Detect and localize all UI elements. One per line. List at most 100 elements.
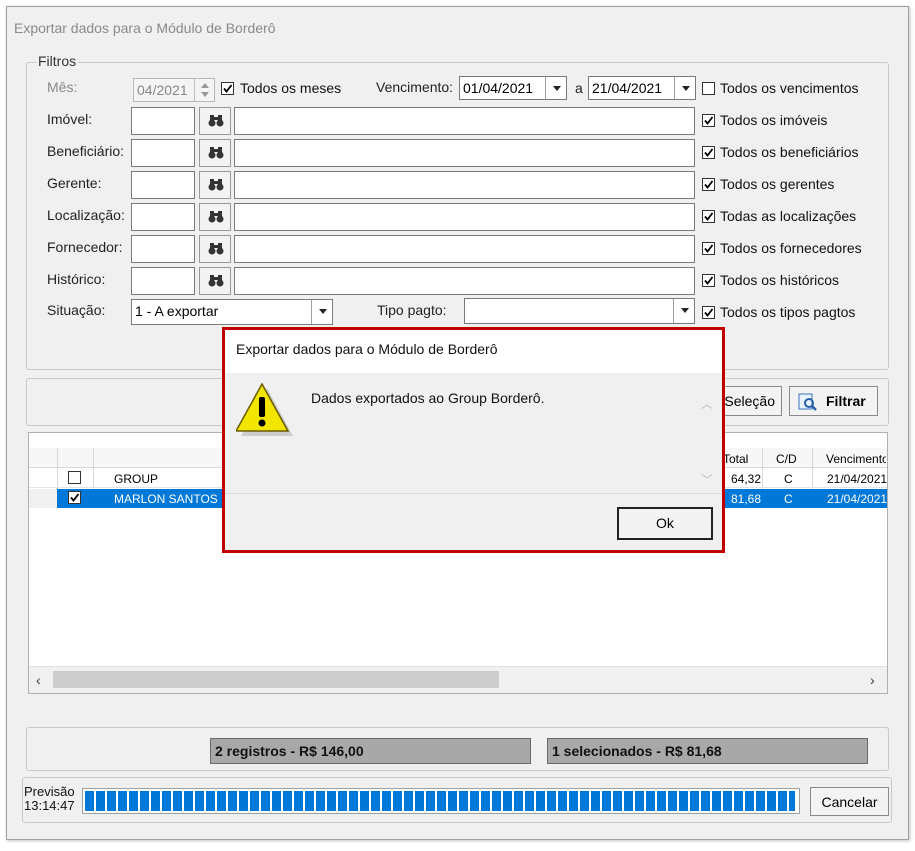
due-label: Vencimento:	[376, 79, 454, 95]
due-to-value: 21/04/2021	[592, 80, 663, 96]
row-name: MARLON SANTOS	[114, 492, 218, 506]
scroll-right-icon[interactable]: ›	[870, 672, 875, 688]
checkmark-icon	[704, 276, 714, 285]
gerente-label: Gerente:	[47, 175, 102, 191]
beneficiario-label: Beneficiário:	[47, 143, 125, 159]
historico-code-input[interactable]	[131, 267, 195, 295]
fornecedor-search-button[interactable]	[199, 235, 231, 263]
tipo-pagto-label: Tipo pagto:	[377, 302, 447, 318]
fornecedor-label: Fornecedor:	[47, 239, 123, 255]
beneficiario-desc-input[interactable]	[234, 139, 695, 167]
all-due-label: Todos os vencimentos	[720, 80, 859, 96]
due-from-combo[interactable]: 01/04/2021	[459, 76, 567, 100]
all-tipos-pagto-checkbox[interactable]	[702, 306, 715, 319]
all-beneficiarios-checkbox[interactable]	[702, 146, 715, 159]
checkmark-icon	[704, 244, 714, 253]
binoculars-icon	[208, 147, 224, 159]
binoculars-icon	[208, 243, 224, 255]
filter-search-icon	[798, 393, 817, 411]
tipo-pagto-combo[interactable]	[464, 298, 695, 324]
progress-fill	[85, 791, 795, 811]
gerente-desc-input[interactable]	[234, 171, 695, 199]
checkmark-icon	[704, 116, 714, 125]
gerente-code-input[interactable]	[131, 171, 195, 199]
progress-bar	[82, 788, 800, 814]
imovel-search-button[interactable]	[199, 107, 231, 135]
all-gerentes-checkbox[interactable]	[702, 178, 715, 191]
checkmark-icon	[704, 308, 714, 317]
month-value: 04/2021	[137, 82, 188, 98]
col-header-due[interactable]: Vencimento	[826, 450, 886, 468]
localizacao-desc-input[interactable]	[234, 203, 695, 231]
chevron-down-icon[interactable]: ﹀	[701, 471, 713, 488]
dialog-scrollbar[interactable]: ︿ ﹀	[697, 389, 716, 489]
row-cd: C	[784, 492, 793, 506]
cancel-label: Cancelar	[821, 794, 878, 810]
all-tipos-pagto-label: Todos os tipos pagtos	[720, 304, 856, 320]
historico-desc-input[interactable]	[234, 267, 695, 295]
chevron-down-icon[interactable]	[673, 299, 694, 323]
beneficiario-search-button[interactable]	[199, 139, 231, 167]
selected-total: 1 selecionados - R$ 81,68	[547, 738, 868, 764]
beneficiario-code-input[interactable]	[131, 139, 195, 167]
scroll-thumb[interactable]	[53, 671, 499, 688]
row-name: GROUP	[114, 472, 159, 486]
chevron-down-icon[interactable]	[545, 77, 566, 99]
all-due-checkbox[interactable]	[702, 82, 715, 95]
spin-up-icon[interactable]	[201, 83, 209, 88]
col-header-total[interactable]: Total	[723, 450, 761, 468]
situacao-combo[interactable]: 1 - A exportar	[131, 299, 333, 325]
checkmark-icon	[70, 493, 80, 502]
all-gerentes-label: Todos os gerentes	[720, 176, 835, 192]
fornecedor-desc-input[interactable]	[234, 235, 695, 263]
row-due: 21/04/2021	[827, 472, 887, 486]
selection-label: Seleção	[724, 393, 775, 409]
row-due: 21/04/2021	[827, 492, 887, 506]
month-spinner[interactable]	[194, 79, 214, 101]
due-from-value: 01/04/2021	[463, 80, 534, 96]
row-cd: C	[784, 472, 793, 486]
cancel-button[interactable]: Cancelar	[810, 787, 889, 816]
all-historicos-checkbox[interactable]	[702, 274, 715, 287]
scroll-left-icon[interactable]: ‹	[36, 672, 41, 688]
situacao-label: Situação:	[47, 302, 106, 318]
imovel-label: Imóvel:	[47, 111, 93, 127]
dialog-title: Exportar dados para o Módulo de Borderô	[236, 341, 498, 357]
due-to-combo[interactable]: 21/04/2021	[588, 76, 696, 100]
row-checkbox[interactable]	[68, 471, 81, 484]
row-total: 81,68	[730, 492, 761, 506]
all-imoveis-checkbox[interactable]	[702, 114, 715, 127]
ok-label: Ok	[656, 515, 674, 531]
row-checkbox[interactable]	[68, 491, 81, 504]
imovel-desc-input[interactable]	[234, 107, 695, 135]
all-beneficiarios-label: Todos os beneficiários	[720, 144, 859, 160]
filters-legend: Filtros	[36, 53, 79, 69]
window-title: Exportar dados para o Módulo de Borderô	[14, 20, 276, 36]
ok-button[interactable]: Ok	[617, 507, 713, 540]
all-historicos-label: Todos os históricos	[720, 272, 840, 288]
chevron-down-icon[interactable]	[311, 300, 332, 324]
forecast-time: 13:14:47	[24, 798, 75, 813]
all-months-label: Todos os meses	[240, 80, 342, 96]
chevron-up-icon[interactable]: ︿	[701, 395, 713, 412]
all-months-checkbox[interactable]	[221, 82, 234, 95]
all-localizacoes-checkbox[interactable]	[702, 210, 715, 223]
records-total: 2 registros - R$ 146,00	[210, 738, 531, 764]
fornecedor-code-input[interactable]	[131, 235, 195, 263]
spin-down-icon[interactable]	[201, 92, 209, 97]
localizacao-search-button[interactable]	[199, 203, 231, 231]
binoculars-icon	[208, 179, 224, 191]
localizacao-code-input[interactable]	[131, 203, 195, 231]
all-imoveis-label: Todos os imóveis	[720, 112, 828, 128]
col-header-cd[interactable]: C/D	[776, 450, 797, 468]
localizacao-label: Localização:	[47, 207, 125, 223]
checkmark-icon	[704, 148, 714, 157]
gerente-search-button[interactable]	[199, 171, 231, 199]
imovel-code-input[interactable]	[131, 107, 195, 135]
historico-search-button[interactable]	[199, 267, 231, 295]
dialog-message: Dados exportados ao Group Borderô.	[311, 390, 545, 406]
chevron-down-icon[interactable]	[674, 77, 695, 99]
month-label: Mês:	[47, 79, 78, 95]
all-fornecedores-checkbox[interactable]	[702, 242, 715, 255]
filter-button[interactable]: Filtrar	[789, 386, 878, 416]
